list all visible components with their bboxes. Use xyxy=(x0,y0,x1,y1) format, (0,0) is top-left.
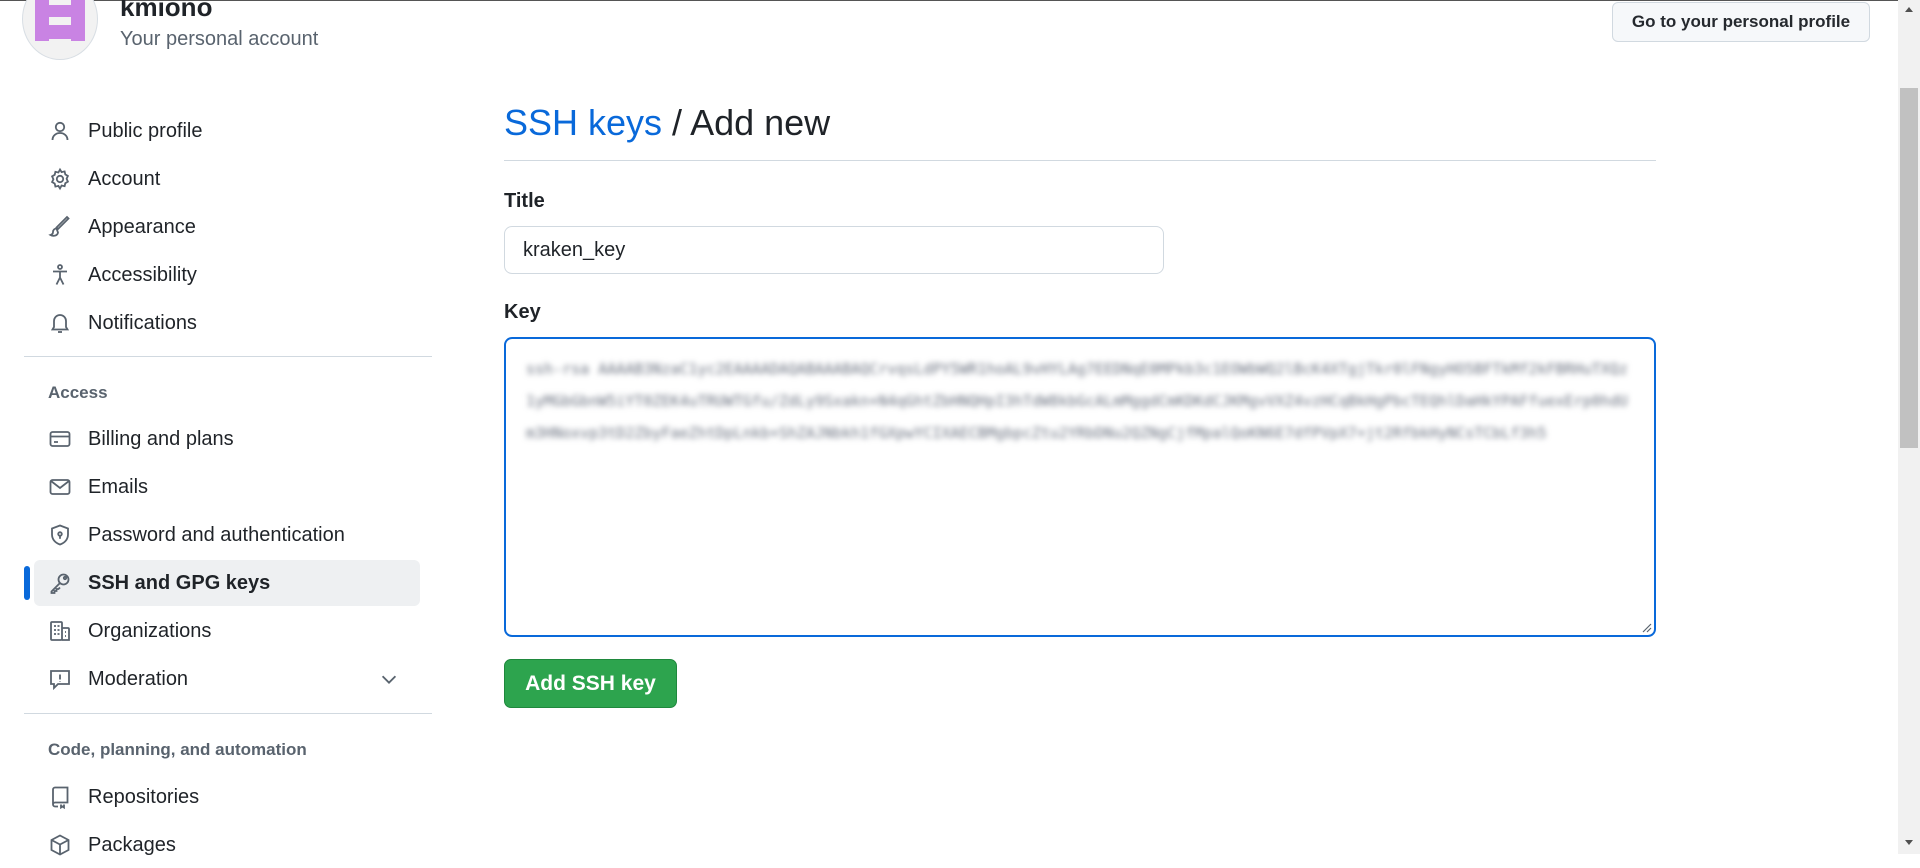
package-icon xyxy=(46,831,74,859)
shield-lock-icon xyxy=(46,521,74,549)
sidebar-item-label: Repositories xyxy=(88,785,200,808)
key-label: Key xyxy=(504,301,541,323)
sidebar-item-public-profile[interactable]: Public profile xyxy=(34,108,420,154)
avatar[interactable] xyxy=(22,0,98,60)
sidebar-item-label: Billing and plans xyxy=(88,427,234,450)
sidebar-item-repositories[interactable]: Repositories xyxy=(34,774,420,820)
breadcrumb-separator: / xyxy=(662,102,691,143)
sidebar-item-label: Organizations xyxy=(88,619,212,642)
sidebar-item-appearance[interactable]: Appearance xyxy=(34,204,420,250)
sidebar-item-label: Account xyxy=(88,167,161,190)
sidebar-section-code-planning-automation: Code, planning, and automation xyxy=(48,740,307,759)
title-input-value: kraken_key xyxy=(523,238,626,261)
chevron-down-icon[interactable] xyxy=(378,668,400,690)
sidebar-item-accessibility[interactable]: Accessibility xyxy=(34,252,420,298)
scrollbar-thumb[interactable] xyxy=(1900,88,1918,448)
sidebar-divider xyxy=(24,713,432,714)
sidebar-item-emails[interactable]: Emails xyxy=(34,464,420,510)
sidebar-item-account[interactable]: Account xyxy=(34,156,420,202)
page-title: Add new xyxy=(690,102,831,143)
scroll-up-arrow-icon[interactable] xyxy=(1902,2,1916,16)
sidebar-item-notifications[interactable]: Notifications xyxy=(34,300,420,346)
sidebar-item-packages[interactable]: Packages xyxy=(34,822,420,868)
account-type-label: Your personal account xyxy=(120,28,319,50)
resize-handle-icon[interactable] xyxy=(1640,621,1652,633)
key-icon xyxy=(46,569,74,597)
sidebar-item-label: Public profile xyxy=(88,119,203,142)
sidebar-item-moderation[interactable]: Moderation xyxy=(34,656,420,702)
title-input[interactable]: kraken_key xyxy=(504,226,1164,274)
sidebar-item-label: SSH and GPG keys xyxy=(88,571,271,594)
organization-icon xyxy=(46,617,74,645)
mail-icon xyxy=(46,473,74,501)
add-ssh-key-button[interactable]: Add SSH key xyxy=(504,659,677,708)
sidebar-item-label: Packages xyxy=(88,833,176,856)
sidebar-item-billing[interactable]: Billing and plans xyxy=(34,416,420,462)
go-to-profile-button[interactable]: Go to your personal profile xyxy=(1612,2,1870,42)
paintbrush-icon xyxy=(46,213,74,241)
sidebar-divider xyxy=(24,356,432,357)
sidebar-section-access: Access xyxy=(48,383,108,402)
sidebar-item-label: Moderation xyxy=(88,667,189,690)
bell-icon xyxy=(46,309,74,337)
gear-icon xyxy=(46,165,74,193)
key-textarea-value: ssh-rsa AAAAB3NzaC1yc2EAAAADAQABAAABAQCr… xyxy=(526,360,1628,442)
key-textarea[interactable]: ssh-rsa AAAAB3NzaC1yc2EAAAADAQABAAABAQCr… xyxy=(504,337,1656,637)
title-label: Title xyxy=(504,190,545,212)
accessibility-icon xyxy=(46,261,74,289)
account-username[interactable]: kmiono xyxy=(120,0,212,23)
sidebar-item-label: Appearance xyxy=(88,215,196,238)
scroll-down-arrow-icon[interactable] xyxy=(1902,836,1916,850)
sidebar-item-label: Emails xyxy=(88,475,149,498)
identicon-icon xyxy=(35,0,85,41)
credit-card-icon xyxy=(46,425,74,453)
repo-icon xyxy=(46,783,74,811)
sidebar-item-label: Password and authentication xyxy=(88,523,345,546)
sidebar-item-ssh-gpg-keys[interactable]: SSH and GPG keys xyxy=(34,560,420,606)
sidebar-item-label: Accessibility xyxy=(88,263,197,286)
window-top-edge xyxy=(0,0,1898,1)
sidebar-item-password-authentication[interactable]: Password and authentication xyxy=(34,512,420,558)
sidebar-item-label: Notifications xyxy=(88,311,197,334)
sidebar-item-organizations[interactable]: Organizations xyxy=(34,608,420,654)
person-icon xyxy=(46,117,74,145)
report-icon xyxy=(46,665,74,693)
title-divider xyxy=(504,160,1656,161)
breadcrumb-ssh-keys-link[interactable]: SSH keys xyxy=(504,102,662,143)
breadcrumb: SSH keys / Add new xyxy=(504,102,830,144)
active-indicator xyxy=(24,566,30,600)
